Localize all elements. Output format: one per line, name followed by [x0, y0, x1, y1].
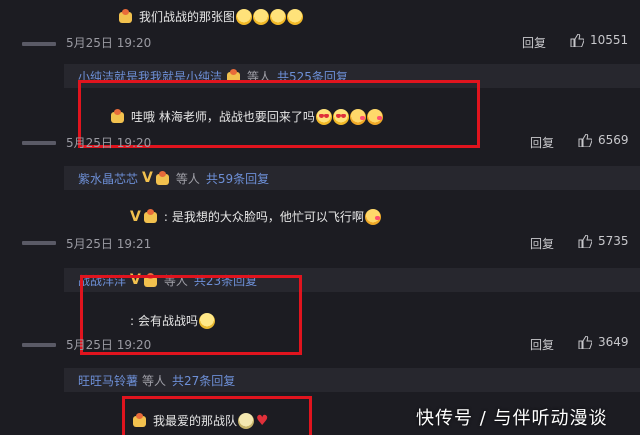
thread-suffix: 等人 — [142, 373, 167, 388]
comment-3-date: 5月25日 19:21 — [66, 237, 152, 251]
thread-reply-count[interactable]: 共27条回复 — [172, 372, 235, 389]
comment-1-date: 5月25日 19:20 — [66, 36, 152, 50]
vip-badge-icon: V — [130, 208, 141, 225]
comment-4-text: 会有战战吗 — [138, 314, 199, 328]
laugh-emoji-icon — [287, 8, 304, 25]
comment-3-text: 是我想的大众脸吗，他忙可以飞行啊 — [171, 210, 364, 224]
reply-thread-bar[interactable]: 紫水晶芯芯 V 等人 共59条回复 — [64, 166, 640, 190]
reply-button[interactable]: 回复 — [522, 34, 546, 51]
fan-badge-icon — [132, 413, 148, 428]
like-count: 3649 — [598, 335, 629, 349]
comment-2-date: 5月25日 19:20 — [66, 136, 152, 150]
heart-eyes-emoji-icon — [332, 108, 349, 125]
like-count: 6569 — [598, 133, 629, 147]
avatar[interactable] — [22, 241, 56, 245]
laugh-emoji-icon — [270, 8, 287, 25]
comment-2-text: 哇哦 林海老师，战战也要回来了吗 — [131, 110, 315, 124]
colon: : — [130, 313, 135, 328]
like-button[interactable]: 5735 — [578, 234, 629, 248]
like-count: 5735 — [598, 234, 629, 248]
fan-badge-icon — [110, 109, 126, 124]
colon: : — [163, 209, 168, 224]
comment-5-text: 我最爱的那战队 — [153, 414, 238, 428]
thumbs-up-icon — [578, 335, 592, 349]
like-button[interactable]: 10551 — [570, 33, 628, 47]
comment-text-3: V : 是我想的大众脸吗，他忙可以飞行啊 — [130, 208, 381, 225]
comment-text-5: 我最爱的那战队 ♥ — [132, 412, 269, 429]
reply-thread-bar[interactable]: 旺旺马铃薯 等人 共27条回复 — [64, 368, 640, 392]
thread-user-link[interactable]: 旺旺马铃薯 — [78, 372, 138, 389]
thread-suffix: 等人 — [175, 171, 200, 186]
laugh-emoji-icon — [236, 8, 253, 25]
avatar[interactable] — [22, 343, 56, 347]
comment-4-date: 5月25日 19:20 — [66, 338, 152, 352]
heart-eyes-emoji-icon — [315, 108, 332, 125]
comment-text-1: 我们战战的那张图 — [118, 8, 304, 25]
laugh-emoji-icon — [253, 8, 270, 25]
fan-badge-icon — [143, 209, 159, 224]
avatar[interactable] — [22, 141, 56, 145]
avatar[interactable] — [22, 42, 56, 46]
heart-icon: ♥ — [256, 412, 269, 429]
comment-1-text: 我们战战的那张图 — [139, 10, 236, 24]
thumbs-up-icon — [578, 234, 592, 248]
reply-button[interactable]: 回复 — [530, 134, 554, 151]
fan-badge-icon — [118, 9, 134, 24]
scared-emoji-icon — [199, 312, 216, 329]
kiss-emoji-icon — [349, 108, 366, 125]
reply-button[interactable]: 回复 — [530, 336, 554, 353]
like-count: 10551 — [590, 33, 629, 47]
thumbs-up-icon — [570, 33, 584, 47]
crying-emoji-icon — [238, 412, 255, 429]
thumbs-up-icon — [578, 133, 592, 147]
vip-badge-icon: V — [142, 170, 153, 186]
comment-text-2: 哇哦 林海老师，战战也要回来了吗 — [110, 108, 383, 125]
thread-reply-count[interactable]: 共59条回复 — [206, 170, 269, 187]
like-button[interactable]: 3649 — [578, 335, 629, 349]
like-button[interactable]: 6569 — [578, 133, 629, 147]
comment-text-4: : 会有战战吗 — [130, 312, 216, 329]
fan-badge-icon — [155, 170, 171, 186]
watermark: 快传号 / 与伴听动漫谈 — [416, 408, 608, 429]
kiss-emoji-icon — [366, 108, 383, 125]
thread-user-link[interactable]: 紫水晶芯芯 — [78, 170, 138, 187]
kiss-emoji-icon — [364, 208, 381, 225]
reply-button[interactable]: 回复 — [530, 235, 554, 252]
